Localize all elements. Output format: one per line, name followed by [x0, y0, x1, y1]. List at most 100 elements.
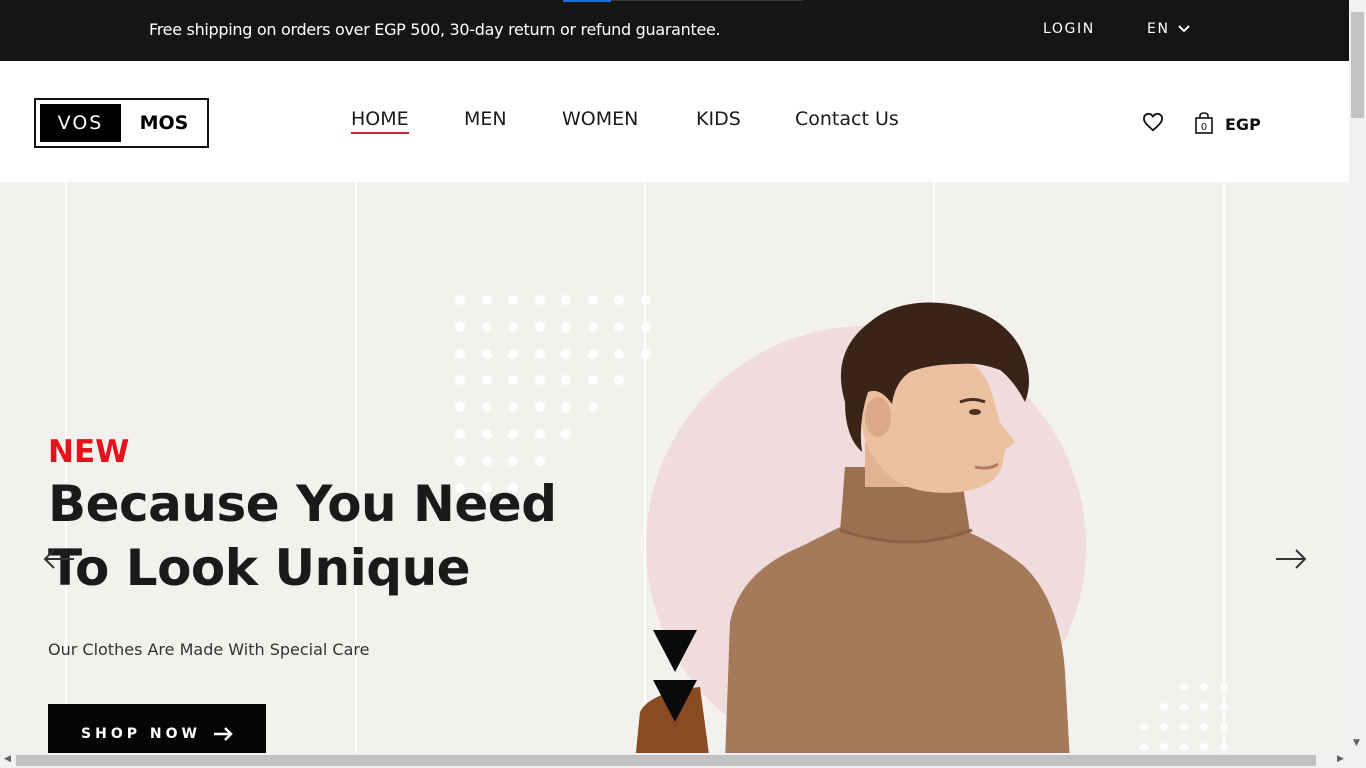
pattern-dot	[614, 321, 624, 332]
pattern-dot	[1160, 743, 1168, 751]
chevron-down-icon	[1177, 25, 1190, 33]
pattern-dot	[587, 321, 598, 332]
arrow-right-icon	[213, 727, 233, 741]
pattern-dot	[455, 375, 465, 386]
nav-contact-us[interactable]: Contact Us	[795, 108, 899, 130]
pattern-dot	[455, 429, 465, 439]
language-selector[interactable]: EN	[1147, 21, 1190, 37]
pattern-dot	[534, 429, 545, 439]
pattern-dot	[534, 348, 545, 359]
language-label: EN	[1147, 21, 1170, 37]
pattern-dot	[481, 455, 492, 466]
nav-kids[interactable]: KIDS	[696, 108, 741, 130]
scroll-left-arrow-icon[interactable]: ◀	[4, 754, 11, 764]
pattern-dot	[1180, 703, 1188, 711]
arrow-right-icon[interactable]	[1275, 548, 1307, 570]
horizontal-scrollbar[interactable]: ◀ ▶	[0, 753, 1349, 768]
loading-track	[611, 0, 803, 1]
cart-count: 0	[1201, 122, 1207, 133]
pattern-dot	[534, 402, 545, 413]
pattern-dot	[561, 429, 571, 439]
pattern-dot	[455, 321, 465, 332]
pattern-dot	[561, 321, 571, 332]
pattern-dot	[481, 429, 492, 439]
arrow-left-icon[interactable]	[43, 548, 75, 570]
pattern-dot	[1220, 723, 1228, 731]
promo-text: Free shipping on orders over EGP 500, 30…	[149, 20, 721, 39]
pattern-dot	[1200, 723, 1208, 731]
pattern-dot	[561, 295, 571, 305]
pattern-dot	[481, 295, 492, 305]
pattern-dot	[534, 455, 545, 466]
pattern-dot	[455, 348, 465, 359]
pattern-dot	[1160, 723, 1168, 731]
hero-headline: Because You Need To Look Unique	[48, 472, 557, 600]
pattern-dot	[1140, 743, 1148, 751]
pattern-dot	[534, 295, 545, 305]
vertical-scrollbar[interactable]: ▼	[1349, 0, 1366, 768]
pattern-dot	[481, 321, 492, 332]
pattern-dot	[587, 375, 598, 386]
pattern-dot	[1180, 743, 1188, 751]
shopping-bag-icon: 0	[1195, 112, 1213, 134]
pattern-dot	[508, 429, 518, 439]
pattern-dot	[1180, 683, 1188, 691]
pattern-dot	[1200, 743, 1208, 751]
triangle-decoration	[653, 680, 697, 722]
vertical-scroll-thumb[interactable]	[1351, 12, 1364, 118]
pattern-dot	[508, 375, 518, 386]
pattern-dot	[1220, 743, 1228, 751]
pattern-dot	[508, 348, 518, 359]
hero-subtitle: Our Clothes Are Made With Special Care	[48, 640, 370, 659]
pattern-dot	[1220, 703, 1228, 711]
pattern-dot	[455, 295, 465, 305]
currency-label[interactable]: EGP	[1225, 115, 1261, 134]
pattern-dot	[1180, 723, 1188, 731]
scroll-right-arrow-icon[interactable]: ▶	[1337, 754, 1344, 764]
pattern-dot	[614, 375, 624, 386]
pattern-dot	[587, 402, 598, 413]
grid-line	[1223, 182, 1225, 753]
nav-home[interactable]: HOME	[351, 108, 409, 134]
pattern-dot	[1140, 723, 1148, 731]
site-header: VOS MOS HOME MEN WOMEN KIDS Contact Us 0…	[0, 61, 1349, 182]
login-link[interactable]: LOGIN	[1043, 21, 1095, 37]
hero-banner: NEW Because You Need To Look Unique Our …	[0, 182, 1349, 753]
shop-now-button[interactable]: SHOP NOW	[48, 704, 266, 753]
pattern-dot	[508, 402, 518, 413]
pattern-dot	[1220, 683, 1228, 691]
loading-indicator	[563, 0, 611, 2]
pattern-dot	[481, 375, 492, 386]
top-announcement-bar: Free shipping on orders over EGP 500, 30…	[0, 0, 1349, 61]
grid-line	[355, 182, 357, 753]
horizontal-scroll-thumb[interactable]	[16, 755, 1316, 766]
pattern-dot	[508, 455, 518, 466]
pattern-dot	[587, 348, 598, 359]
pattern-dot	[561, 348, 571, 359]
pattern-dot	[1160, 703, 1168, 711]
shop-now-label: SHOP NOW	[81, 726, 201, 742]
scroll-down-arrow-icon[interactable]: ▼	[1353, 738, 1360, 748]
pattern-dot	[508, 295, 518, 305]
triangle-decoration	[653, 630, 697, 672]
pattern-dot	[561, 375, 571, 386]
cart-button[interactable]: 0	[1194, 112, 1214, 138]
pattern-dot	[455, 455, 465, 466]
pattern-dot	[561, 402, 571, 413]
pattern-dot	[534, 375, 545, 386]
pattern-dot	[587, 295, 598, 305]
logo-mos: MOS	[139, 112, 189, 134]
pattern-dot	[534, 321, 545, 332]
site-logo[interactable]: VOS MOS	[34, 98, 209, 148]
pattern-dot	[481, 348, 492, 359]
logo-vos: VOS	[40, 104, 121, 142]
pattern-dot	[508, 321, 518, 332]
pattern-dot	[614, 295, 624, 305]
heart-icon[interactable]	[1142, 112, 1164, 132]
nav-women[interactable]: WOMEN	[562, 108, 638, 130]
pattern-dot	[1200, 683, 1208, 691]
model-image	[635, 302, 1070, 753]
nav-men[interactable]: MEN	[464, 108, 507, 130]
hero-headline-line1: Because You Need	[48, 475, 557, 533]
pattern-dot	[1200, 703, 1208, 711]
